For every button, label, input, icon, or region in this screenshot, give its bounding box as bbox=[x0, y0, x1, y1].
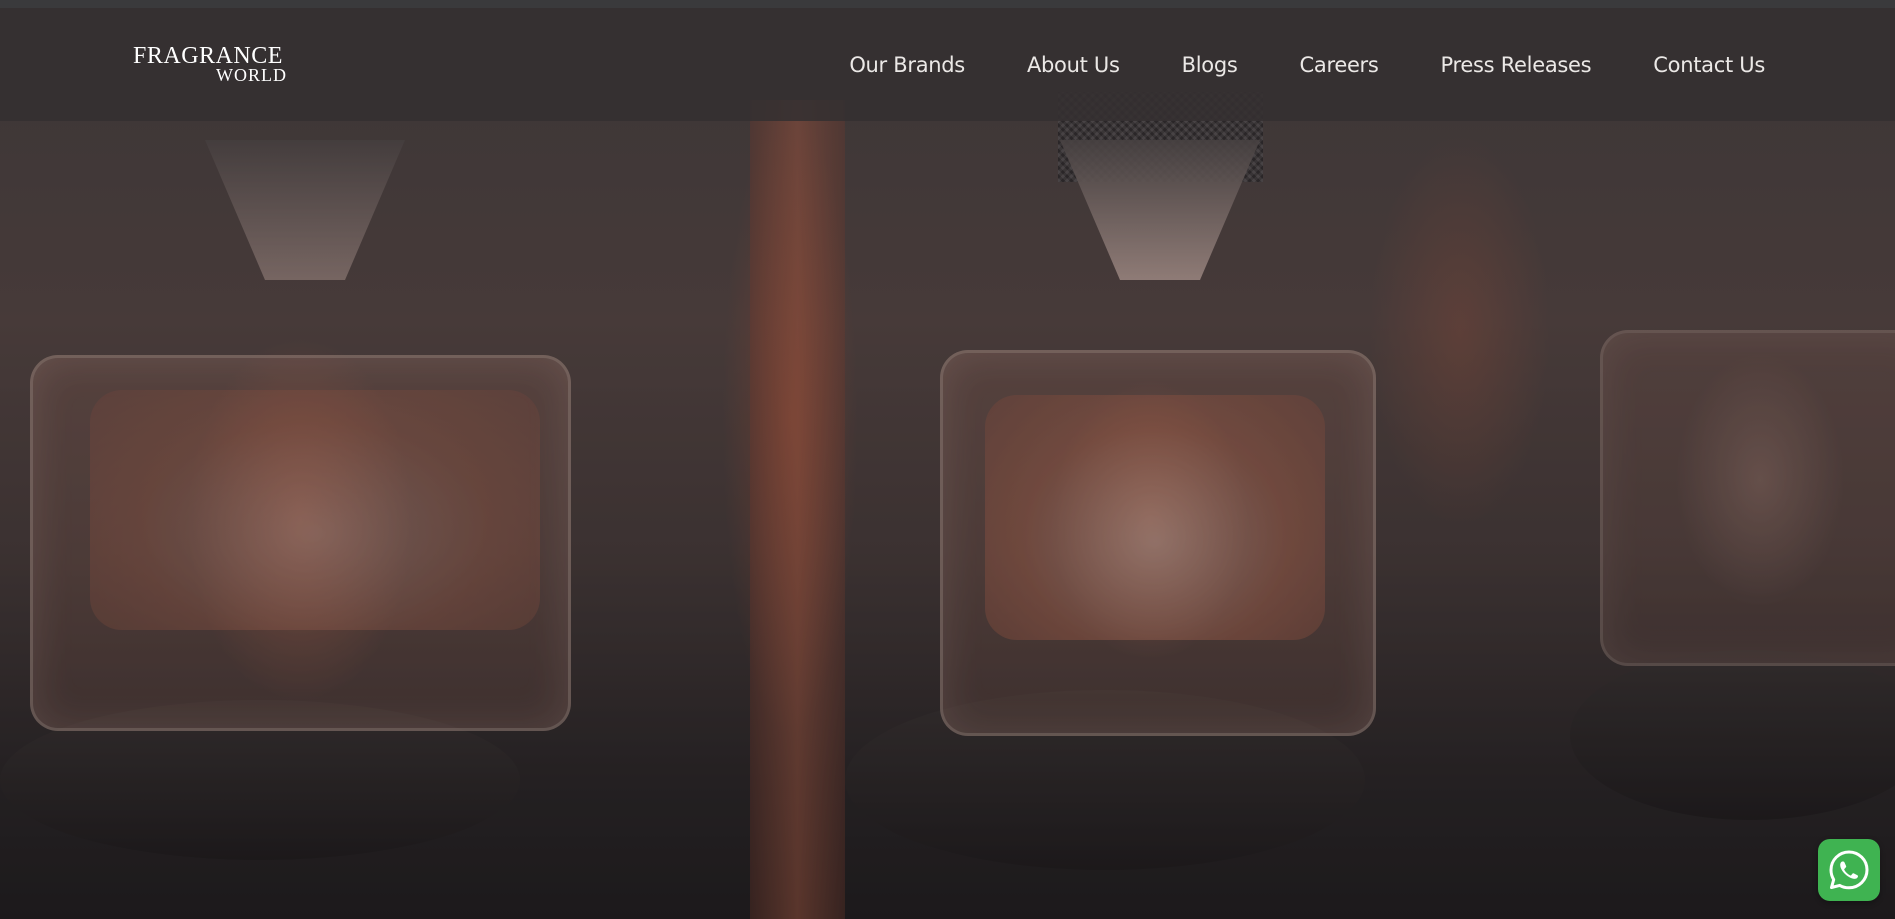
page: FRAGRANCE WORLD Our Brands About Us Blog… bbox=[0, 0, 1895, 919]
hero-dim-overlay bbox=[0, 0, 1895, 919]
hero-background bbox=[0, 0, 1895, 919]
nav-careers[interactable]: Careers bbox=[1300, 53, 1379, 77]
browser-top-strip bbox=[0, 0, 1895, 8]
nav-about-us[interactable]: About Us bbox=[1027, 53, 1120, 77]
nav-press-releases[interactable]: Press Releases bbox=[1441, 53, 1592, 77]
whatsapp-chat-button[interactable] bbox=[1818, 839, 1880, 901]
site-header: FRAGRANCE WORLD Our Brands About Us Blog… bbox=[0, 8, 1895, 121]
nav-contact-us[interactable]: Contact Us bbox=[1653, 53, 1765, 77]
nav-blogs[interactable]: Blogs bbox=[1182, 53, 1238, 77]
fragrance-world-logo[interactable]: FRAGRANCE WORLD bbox=[133, 44, 293, 88]
whatsapp-icon bbox=[1829, 850, 1869, 890]
logo-text-line2: WORLD bbox=[216, 65, 287, 85]
nav-our-brands[interactable]: Our Brands bbox=[849, 53, 965, 77]
main-nav: Our Brands About Us Blogs Careers Press … bbox=[849, 8, 1765, 121]
